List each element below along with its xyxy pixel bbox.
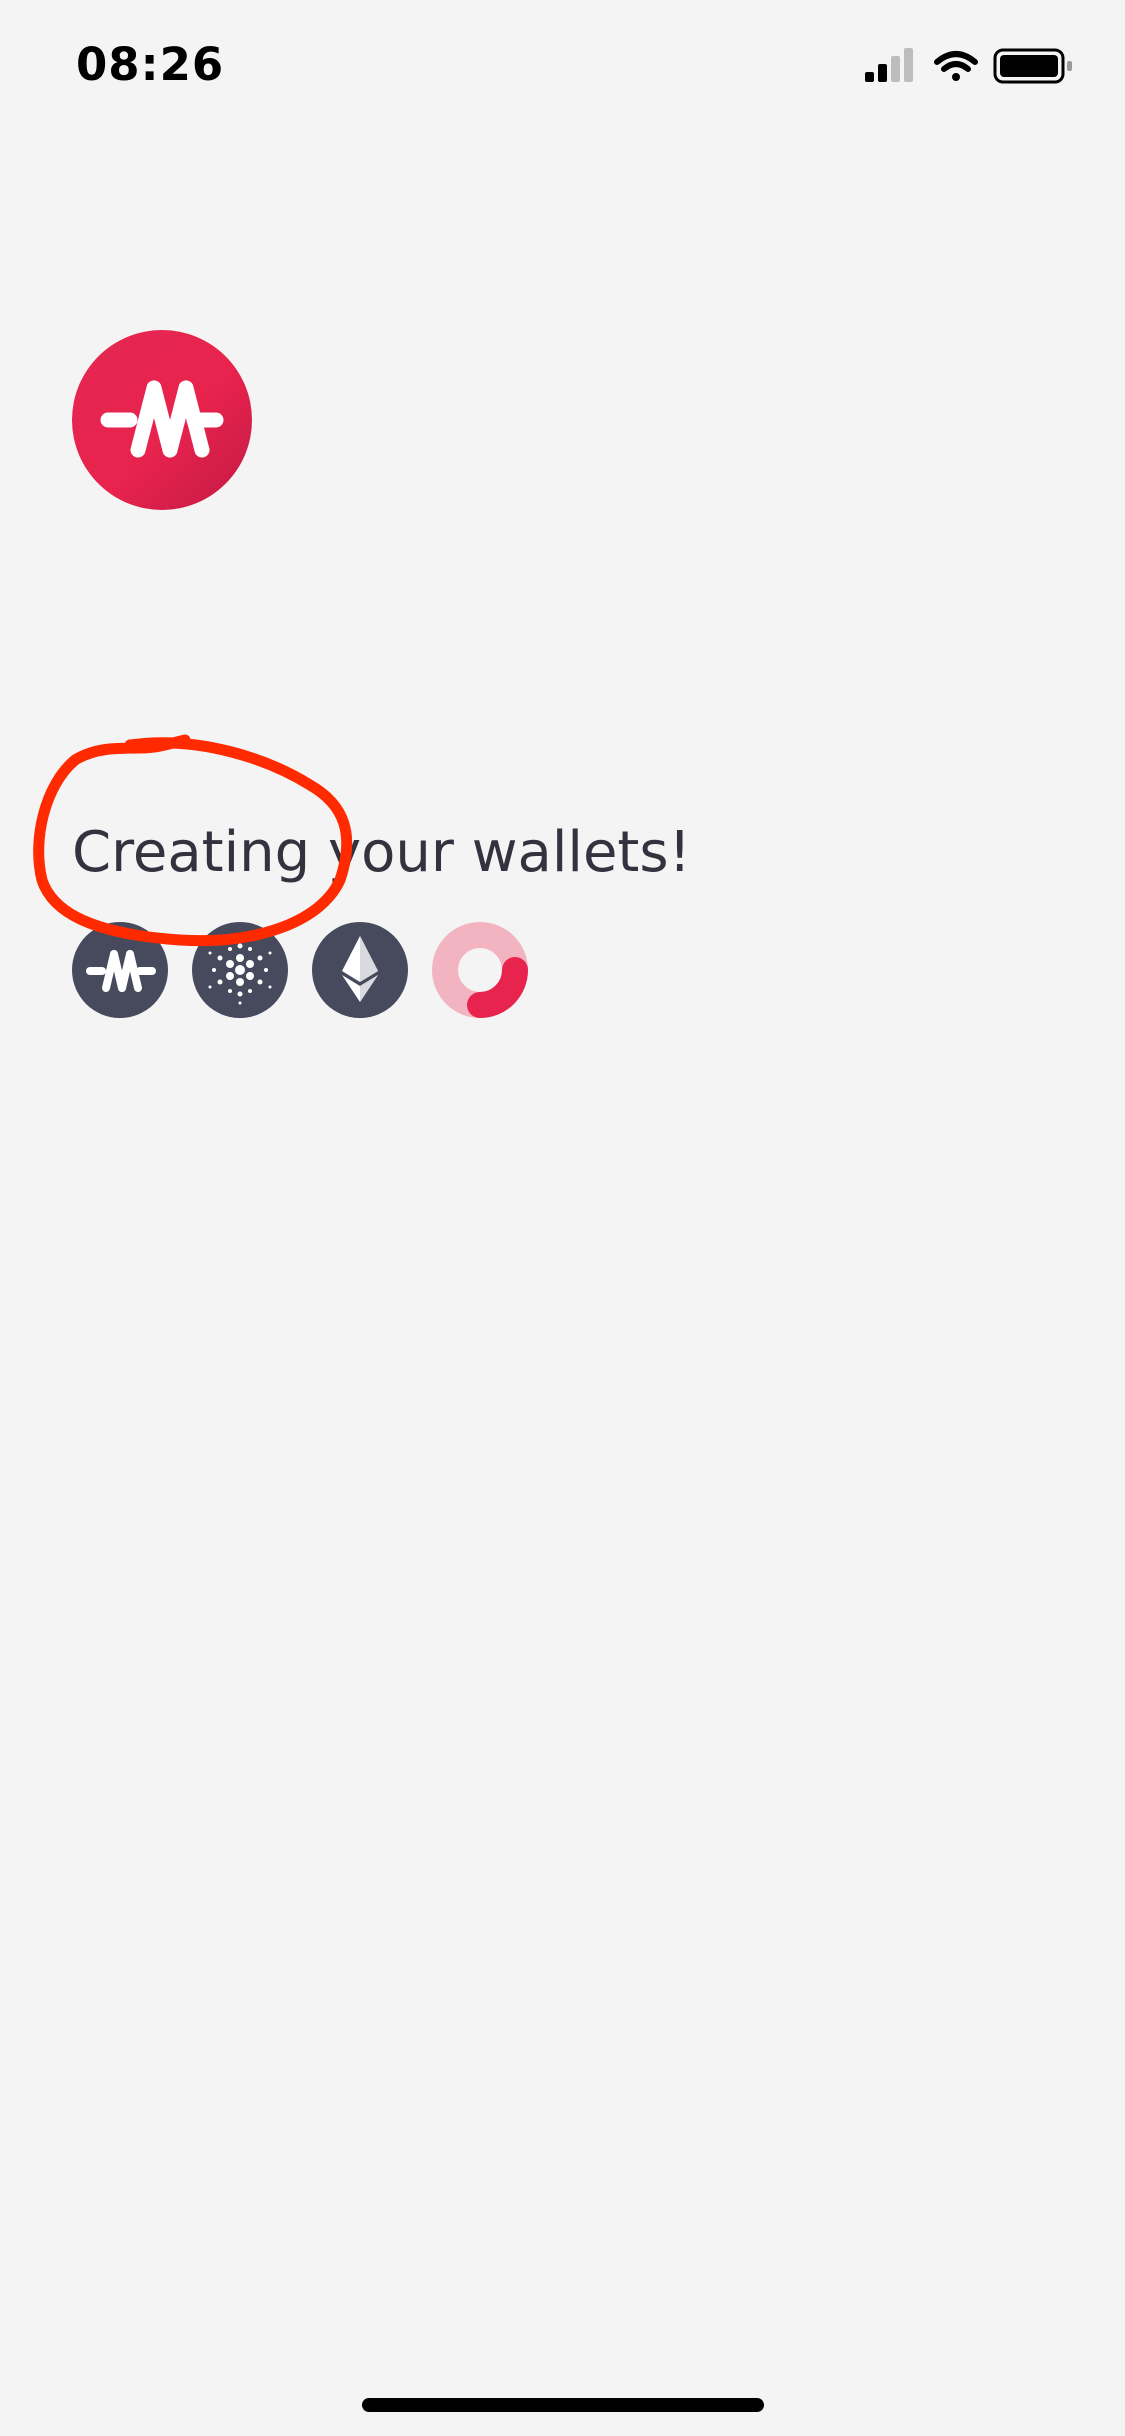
wifi-icon bbox=[934, 51, 978, 81]
m-logo-icon bbox=[86, 950, 156, 992]
page-title: Creating your wallets! bbox=[72, 820, 692, 885]
ethereum-icon bbox=[342, 936, 378, 1002]
m-logo-icon bbox=[100, 380, 224, 458]
status-bar: 08:26 bbox=[0, 0, 1125, 140]
app-logo bbox=[72, 330, 252, 510]
cardano-icon bbox=[208, 935, 272, 1005]
wallet-loading-indicator bbox=[432, 922, 528, 1018]
wallet-m-coin bbox=[72, 922, 168, 1018]
status-time: 08:26 bbox=[76, 38, 225, 91]
cellular-signal-icon bbox=[865, 48, 913, 82]
status-icons bbox=[865, 48, 1072, 84]
wallet-ethereum-coin bbox=[312, 922, 408, 1018]
wallet-cardano-coin bbox=[192, 922, 288, 1018]
loading-spinner-icon bbox=[432, 922, 528, 1018]
home-indicator[interactable] bbox=[362, 2398, 764, 2412]
battery-icon bbox=[993, 48, 1072, 84]
